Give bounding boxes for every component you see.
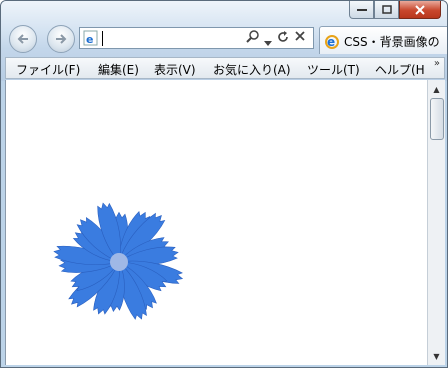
- search-icon[interactable]: [246, 30, 260, 49]
- maximize-icon: [381, 5, 392, 14]
- page-content: [5, 80, 428, 365]
- tab-title: CSS・背景画像の: [344, 35, 440, 49]
- ie-page-icon: e: [83, 30, 98, 46]
- stop-icon[interactable]: [294, 30, 306, 47]
- text-caret: [102, 31, 103, 46]
- minimize-button[interactable]: [349, 1, 374, 19]
- svg-text:e: e: [86, 33, 93, 46]
- back-button[interactable]: [9, 25, 37, 53]
- menu-file[interactable]: ファイル(F): [16, 61, 80, 78]
- menu-bar: ファイル(F) 編集(E) 表示(V) お気に入り(A) ツール(T) ヘルプ(…: [5, 57, 445, 79]
- menu-overflow-chevron[interactable]: »: [434, 58, 440, 69]
- flower-image: [53, 202, 184, 320]
- scroll-thumb[interactable]: [430, 98, 444, 140]
- close-button[interactable]: [399, 1, 441, 19]
- flower-center: [110, 253, 128, 271]
- tab-active[interactable]: e CSS・背景画像の: [319, 26, 447, 54]
- scroll-down-arrow[interactable]: ▼: [428, 348, 445, 364]
- menu-view[interactable]: 表示(V): [154, 61, 196, 78]
- refresh-icon[interactable]: [276, 30, 290, 49]
- menu-help[interactable]: ヘルプ(H: [375, 61, 425, 78]
- menu-edit[interactable]: 編集(E): [98, 61, 139, 78]
- ie-tab-icon: e: [325, 35, 339, 49]
- forward-button[interactable]: [47, 25, 75, 53]
- caption-buttons: [349, 1, 441, 21]
- menu-favorites[interactable]: お気に入り(A): [213, 61, 291, 78]
- chevron-down-icon[interactable]: [264, 35, 272, 51]
- maximize-button[interactable]: [374, 1, 399, 19]
- forward-arrow-icon: [56, 34, 67, 44]
- svg-text:e: e: [327, 35, 335, 49]
- scroll-up-arrow[interactable]: ▲: [428, 81, 445, 97]
- back-arrow-icon: [17, 34, 28, 44]
- minimize-icon: [356, 8, 367, 11]
- browser-window: e e CSS・背景画像の ファイル(F) 編集(E) 表示(V) お気に入り(…: [0, 0, 448, 368]
- address-bar[interactable]: e: [79, 27, 314, 49]
- vertical-scrollbar[interactable]: ▲ ▼: [427, 80, 445, 365]
- menu-tools[interactable]: ツール(T): [307, 61, 360, 78]
- close-icon: [415, 4, 425, 15]
